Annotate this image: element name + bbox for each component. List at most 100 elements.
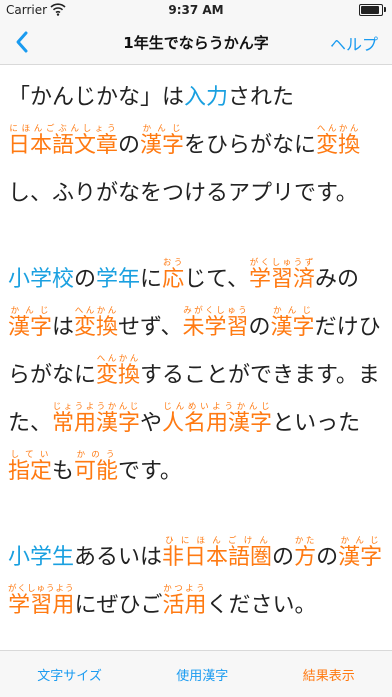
furigana: かんじ — [338, 536, 383, 546]
text-line: 学習用がくしゅうようにぜひご活用かつようください。 — [8, 582, 384, 630]
kanji-text: 漢字 — [8, 315, 53, 340]
kanji-text: 学習用 — [8, 593, 75, 618]
text-segment: みの — [315, 267, 360, 292]
text-segment: です。 — [118, 459, 182, 484]
text-segment: といった — [272, 411, 361, 436]
kanji-text: 非日本語圏 — [162, 545, 273, 570]
battery-icon — [359, 4, 386, 16]
text-segment: に — [140, 267, 163, 292]
text-line: 小学校の学年に応おうじて、学習済がくしゅうずみの — [8, 256, 384, 304]
battery-level — [361, 6, 379, 14]
text-segment: あるいは — [74, 545, 163, 570]
furigana: おう — [162, 258, 185, 268]
kanji-text: 日本語文章 — [8, 133, 119, 158]
kanji-text: 可能 — [74, 459, 119, 484]
kanji-text: 漢字 — [270, 315, 315, 340]
kanji-used-button[interactable]: 使用漢字 — [176, 665, 228, 684]
text-segment: にぜひご — [74, 593, 163, 618]
furigana: かんじ — [140, 124, 185, 134]
kanji-text: 変換 — [96, 363, 141, 388]
furigana: へんかん — [316, 124, 361, 134]
furigana: かのう — [74, 450, 119, 460]
kanji-text: 人名用漢字 — [162, 411, 273, 436]
back-button[interactable] — [10, 28, 34, 56]
text-line: 指定していも可能かのうです。 — [8, 448, 384, 496]
kanji-text: 漢字 — [338, 545, 383, 570]
kanji-with-furigana: 活用かつよう — [162, 584, 207, 618]
kanji-with-furigana: 可能かのう — [74, 450, 119, 484]
text-segment: された — [228, 85, 295, 110]
learned-kanji-text: 入力 — [184, 85, 229, 110]
kanji-with-furigana: 方かた — [294, 536, 317, 570]
furigana: へんかん — [74, 306, 119, 316]
font-size-button[interactable]: 文字サイズ — [37, 665, 102, 684]
furigana: じんめいようかんじ — [162, 402, 273, 412]
kanji-text: 方 — [294, 545, 317, 570]
text-line: らがなに変換へんかんすることができます。ま — [8, 352, 384, 400]
furigana: かた — [294, 536, 317, 546]
kanji-text: 変換 — [74, 315, 119, 340]
furigana: みがくしゅう — [182, 306, 249, 316]
text-segment: た、 — [8, 411, 53, 436]
furigana: がくしゅうよう — [8, 584, 75, 594]
text-segment: の — [272, 545, 295, 570]
status-bar: Carrier 9:37 AM — [0, 0, 392, 20]
text-segment: らがなに — [8, 363, 97, 388]
text-segment: の — [248, 315, 271, 340]
kanji-text: 未学習 — [182, 315, 249, 340]
furigana: へんかん — [96, 354, 141, 364]
status-time: 9:37 AM — [168, 3, 224, 17]
text-line: 漢字かんじは変換へんかんせず、未学習みがくしゅうの漢字かんじだけひ — [8, 304, 384, 352]
learned-kanji-text: 小学校 — [8, 267, 75, 292]
text-segment: 「かんじかな」は — [8, 85, 185, 110]
text-segment: ください。 — [206, 593, 317, 618]
furigana: かつよう — [162, 584, 207, 594]
text-segment: だけひ — [314, 315, 381, 340]
kanji-with-furigana: 学習済がくしゅうず — [248, 258, 315, 292]
paragraph: 小学生あるいは非日本語圏ひにほんごけんの方かたの漢字かんじ 学習用がくしゅうように… — [8, 534, 384, 630]
kanji-text: 指定 — [8, 459, 53, 484]
help-button[interactable]: ヘルプ — [330, 31, 378, 55]
kanji-with-furigana: 漢字かんじ — [140, 124, 185, 158]
kanji-with-furigana: 漢字かんじ — [270, 306, 315, 340]
text-segment: は — [52, 315, 75, 340]
text-segment: の — [74, 267, 97, 292]
text-line: 日本語文章にほんごぶんしょうの漢字かんじをひらがなに変換へんかん — [8, 122, 384, 170]
kanji-with-furigana: 漢字かんじ — [338, 536, 383, 570]
furigana: じょうようかんじ — [52, 402, 141, 412]
show-result-button[interactable]: 結果表示 — [303, 665, 355, 684]
text-line: し、ふりがなをつけるアプリです。 — [8, 170, 384, 218]
kanji-with-furigana: 変換へんかん — [316, 124, 361, 158]
kanji-text: 活用 — [162, 593, 207, 618]
text-line: た、常用漢字じょうようかんじや人名用漢字じんめいようかんじといった — [8, 400, 384, 448]
text-segment: し、ふりがなをつけるアプリです。 — [8, 181, 358, 206]
kanji-with-furigana: 漢字かんじ — [8, 306, 53, 340]
paragraph: 「かんじかな」は入力された 日本語文章にほんごぶんしょうの漢字かんじをひらがなに変… — [8, 74, 384, 218]
text-segment: せず、 — [118, 315, 183, 340]
learned-kanji-text: 学年 — [96, 267, 141, 292]
kanji-text: 学習済 — [248, 267, 315, 292]
kanji-with-furigana: 変換へんかん — [96, 354, 141, 388]
kanji-with-furigana: 変換へんかん — [74, 306, 119, 340]
kanji-with-furigana: 応おう — [162, 258, 185, 292]
furigana: がくしゅうず — [248, 258, 315, 268]
furigana: ひにほんごけん — [162, 536, 273, 546]
kanji-text: 漢字 — [140, 133, 185, 158]
text-segment: をひらがなに — [184, 133, 317, 158]
text-segment: や — [140, 411, 163, 436]
kanji-text: 常用漢字 — [52, 411, 141, 436]
kanji-text: 応 — [162, 267, 185, 292]
kanji-with-furigana: 非日本語圏ひにほんごけん — [162, 536, 273, 570]
furigana: かんじ — [8, 306, 53, 316]
bottom-toolbar: 文字サイズ 使用漢字 結果表示 — [0, 650, 392, 697]
kanji-with-furigana: 日本語文章にほんごぶんしょう — [8, 124, 119, 158]
text-line: 「かんじかな」は入力された — [8, 74, 384, 122]
kanji-with-furigana: 人名用漢字じんめいようかんじ — [162, 402, 273, 436]
kanji-with-furigana: 指定してい — [8, 450, 53, 484]
text-line: 小学生あるいは非日本語圏ひにほんごけんの方かたの漢字かんじ — [8, 534, 384, 582]
converted-text-view: 「かんじかな」は入力された 日本語文章にほんごぶんしょうの漢字かんじをひらがなに変… — [8, 66, 384, 650]
furigana: かんじ — [270, 306, 315, 316]
kanji-text: 変換 — [316, 133, 361, 158]
furigana: にほんごぶんしょう — [8, 124, 119, 134]
kanji-with-furigana: 未学習みがくしゅう — [182, 306, 249, 340]
